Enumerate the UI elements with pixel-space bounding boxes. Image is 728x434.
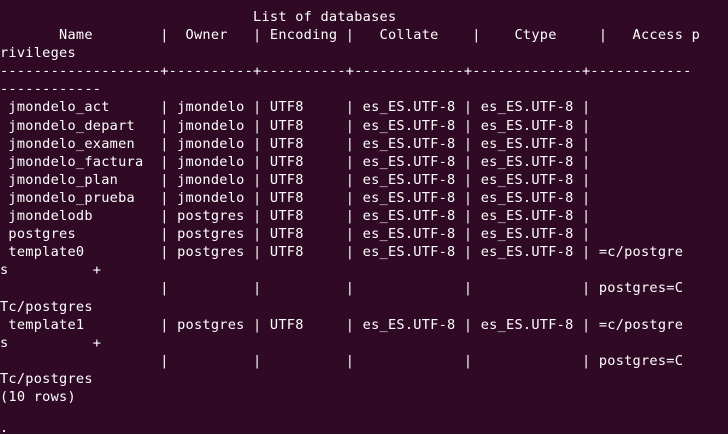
table-row-wrap: s + xyxy=(0,334,102,351)
table-row: template0 | postgres | UTF8 | es_ES.UTF-… xyxy=(0,244,684,261)
table-row: template1 | postgres | UTF8 | es_ES.UTF-… xyxy=(0,316,684,333)
blank-line xyxy=(0,406,728,424)
table-row-wrap: Tc/postgres xyxy=(0,370,93,387)
table-row: jmondelodb | postgres | UTF8 | es_ES.UTF… xyxy=(0,208,599,225)
table-row: jmondelo_plan | jmondelo | UTF8 | es_ES.… xyxy=(0,171,599,188)
table-separator: -------------------+----------+---------… xyxy=(0,63,692,80)
terminal-window[interactable]: List of databases Name | Owner | Encodin… xyxy=(0,0,728,434)
table-row: jmondelo_prueba | jmondelo | UTF8 | es_E… xyxy=(0,189,599,206)
table-row: jmondelo_examen | jmondelo | UTF8 | es_E… xyxy=(0,135,599,152)
table-row-continuation: | | | | | postgres=C xyxy=(0,352,684,369)
table-separator-wrap: ------------ xyxy=(0,81,102,98)
table-row-wrap: s + xyxy=(0,262,102,279)
table-title: List of databases xyxy=(0,9,397,25)
pager-prompt[interactable]: : xyxy=(0,424,728,434)
table-header: Name | Owner | Encoding | Collate | Ctyp… xyxy=(0,27,701,44)
table-row: jmondelo_act | jmondelo | UTF8 | es_ES.U… xyxy=(0,99,599,116)
table-row: postgres | postgres | UTF8 | es_ES.UTF-8… xyxy=(0,226,599,243)
row-count: (10 rows) xyxy=(0,388,76,405)
table-row-continuation: | | | | | postgres=C xyxy=(0,280,684,297)
table-row: jmondelo_factura | jmondelo | UTF8 | es_… xyxy=(0,153,599,170)
table-row: jmondelo_depart | jmondelo | UTF8 | es_E… xyxy=(0,117,599,134)
table-row-wrap: Tc/postgres xyxy=(0,298,93,315)
table-header-wrap: rivileges xyxy=(0,45,76,62)
